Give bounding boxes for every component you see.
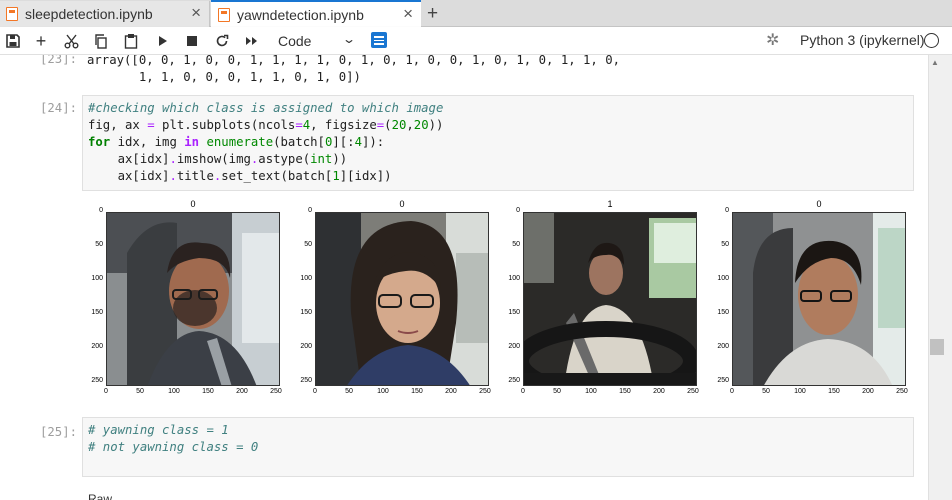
stop-icon[interactable] bbox=[182, 31, 202, 51]
subplot-title: 0 bbox=[399, 199, 405, 209]
output-array: array([0, 0, 1, 0, 0, 1, 1, 1, 1, 0, 1, … bbox=[87, 55, 620, 86]
cut-icon[interactable] bbox=[61, 31, 81, 51]
x-tick-label: 0 bbox=[521, 388, 525, 395]
notebook-panel: [23]: array([0, 0, 1, 0, 0, 1, 1, 1, 1, … bbox=[0, 55, 928, 500]
debugger-icon[interactable]: ✲ bbox=[766, 30, 779, 50]
copy-icon[interactable] bbox=[91, 31, 111, 51]
subplot-image-4 bbox=[732, 212, 906, 386]
output-line: 1, 1, 0, 0, 0, 1, 1, 0, 1, 0]) bbox=[87, 70, 361, 84]
x-tick-label: 250 bbox=[479, 388, 491, 395]
y-tick-label: 100 bbox=[508, 274, 520, 282]
y-tick-label: 100 bbox=[300, 274, 312, 282]
run-icon[interactable] bbox=[153, 31, 173, 51]
y-tick-label: 200 bbox=[508, 342, 520, 350]
x-tick-label: 0 bbox=[313, 388, 317, 395]
x-tick-label: 250 bbox=[687, 388, 699, 395]
x-tick-label: 50 bbox=[136, 388, 144, 395]
save-icon[interactable] bbox=[3, 31, 23, 51]
x-tick-label: 150 bbox=[202, 388, 214, 395]
subplot-title: 0 bbox=[190, 199, 196, 209]
x-tick-label: 50 bbox=[553, 388, 561, 395]
x-tick-label: 0 bbox=[730, 388, 734, 395]
tab-sleepdetection[interactable]: sleepdetection.ipynb × bbox=[0, 1, 210, 27]
y-tick-label: 150 bbox=[717, 308, 729, 316]
close-icon[interactable]: × bbox=[403, 5, 413, 22]
y-tick-label: 250 bbox=[508, 376, 520, 384]
kernel-status-icon bbox=[924, 33, 939, 48]
y-tick-label: 0 bbox=[725, 207, 729, 214]
property-inspector-icon[interactable] bbox=[371, 32, 387, 48]
y-tick-label: 250 bbox=[300, 376, 312, 384]
x-tick-label: 100 bbox=[168, 388, 180, 395]
output-line: array([0, 0, 1, 0, 0, 1, 1, 1, 1, 0, 1, … bbox=[87, 55, 621, 67]
y-tick-label: 0 bbox=[516, 207, 520, 214]
close-icon[interactable]: × bbox=[191, 4, 201, 21]
scroll-up-icon[interactable]: ▲ bbox=[931, 58, 939, 67]
y-tick-label: 150 bbox=[91, 308, 103, 316]
scrollbar-thumb[interactable] bbox=[930, 339, 944, 355]
y-tick-label: 0 bbox=[99, 207, 103, 214]
notebook-toolbar: + Code ⌄ ✲ Python 3 (ipykernel) bbox=[0, 27, 952, 55]
x-tick-label: 250 bbox=[896, 388, 908, 395]
y-tick-label: 50 bbox=[512, 240, 520, 248]
x-tick-label: 50 bbox=[345, 388, 353, 395]
subplot-image-3 bbox=[523, 212, 697, 386]
y-tick-label: 100 bbox=[91, 274, 103, 282]
subplot-title: 0 bbox=[816, 199, 822, 209]
cell-type-select[interactable]: Code ⌄ bbox=[270, 31, 358, 51]
y-tick-label: 150 bbox=[300, 308, 312, 316]
code-cell-24[interactable]: #checking which class is assigned to whi… bbox=[82, 95, 914, 191]
x-tick-label: 100 bbox=[585, 388, 597, 395]
y-tick-label: 250 bbox=[717, 376, 729, 384]
x-tick-label: 150 bbox=[828, 388, 840, 395]
y-tick-label: 200 bbox=[717, 342, 729, 350]
x-tick-label: 150 bbox=[411, 388, 423, 395]
subplot-image-1 bbox=[106, 212, 280, 386]
tab-label: sleepdetection.ipynb bbox=[25, 6, 153, 22]
x-tick-label: 200 bbox=[653, 388, 665, 395]
x-tick-label: 200 bbox=[445, 388, 457, 395]
code-cell-25[interactable]: # yawning class = 1 # not yawning class … bbox=[82, 417, 914, 477]
cell-type-label: Raw bbox=[88, 492, 113, 500]
kernel-name[interactable]: Python 3 (ipykernel) bbox=[800, 32, 925, 48]
fast-forward-icon[interactable] bbox=[242, 31, 262, 51]
x-tick-label: 200 bbox=[236, 388, 248, 395]
y-tick-label: 50 bbox=[95, 240, 103, 248]
notebook-icon bbox=[218, 7, 230, 22]
y-tick-label: 0 bbox=[308, 207, 312, 214]
restart-icon[interactable] bbox=[212, 31, 232, 51]
x-tick-label: 100 bbox=[377, 388, 389, 395]
add-cell-icon[interactable]: + bbox=[31, 31, 51, 51]
subplot-title: 1 bbox=[607, 199, 613, 209]
y-tick-label: 150 bbox=[508, 308, 520, 316]
y-tick-label: 200 bbox=[300, 342, 312, 350]
x-tick-label: 0 bbox=[104, 388, 108, 395]
subplot-image-2 bbox=[315, 212, 489, 386]
code-comment: #checking which class is assigned to whi… bbox=[88, 101, 444, 115]
x-tick-label: 150 bbox=[619, 388, 631, 395]
y-tick-label: 250 bbox=[91, 376, 103, 384]
x-tick-label: 50 bbox=[762, 388, 770, 395]
paste-icon[interactable] bbox=[121, 31, 141, 51]
y-tick-label: 100 bbox=[717, 274, 729, 282]
y-tick-label: 50 bbox=[304, 240, 312, 248]
notebook-icon bbox=[6, 7, 18, 21]
chevron-down-icon: ⌄ bbox=[341, 32, 357, 46]
cell-type-value: Code bbox=[278, 33, 312, 49]
tab-label: yawndetection.ipynb bbox=[237, 6, 364, 23]
y-tick-label: 200 bbox=[91, 342, 103, 350]
add-tab-icon[interactable]: + bbox=[427, 3, 438, 25]
x-tick-label: 200 bbox=[862, 388, 874, 395]
scrollbar[interactable] bbox=[928, 55, 952, 500]
code-comment: # not yawning class = 0 bbox=[88, 440, 259, 454]
code-comment: # yawning class = 1 bbox=[88, 423, 229, 437]
input-prompt: [24]: bbox=[40, 101, 78, 115]
input-prompt: [25]: bbox=[40, 425, 78, 439]
x-tick-label: 100 bbox=[794, 388, 806, 395]
output-prompt: [23]: bbox=[40, 55, 78, 66]
tab-yawndetection[interactable]: yawndetection.ipynb × bbox=[211, 0, 421, 27]
y-tick-label: 50 bbox=[721, 240, 729, 248]
x-tick-label: 250 bbox=[270, 388, 282, 395]
tab-bar: sleepdetection.ipynb × yawndetection.ipy… bbox=[0, 0, 952, 27]
